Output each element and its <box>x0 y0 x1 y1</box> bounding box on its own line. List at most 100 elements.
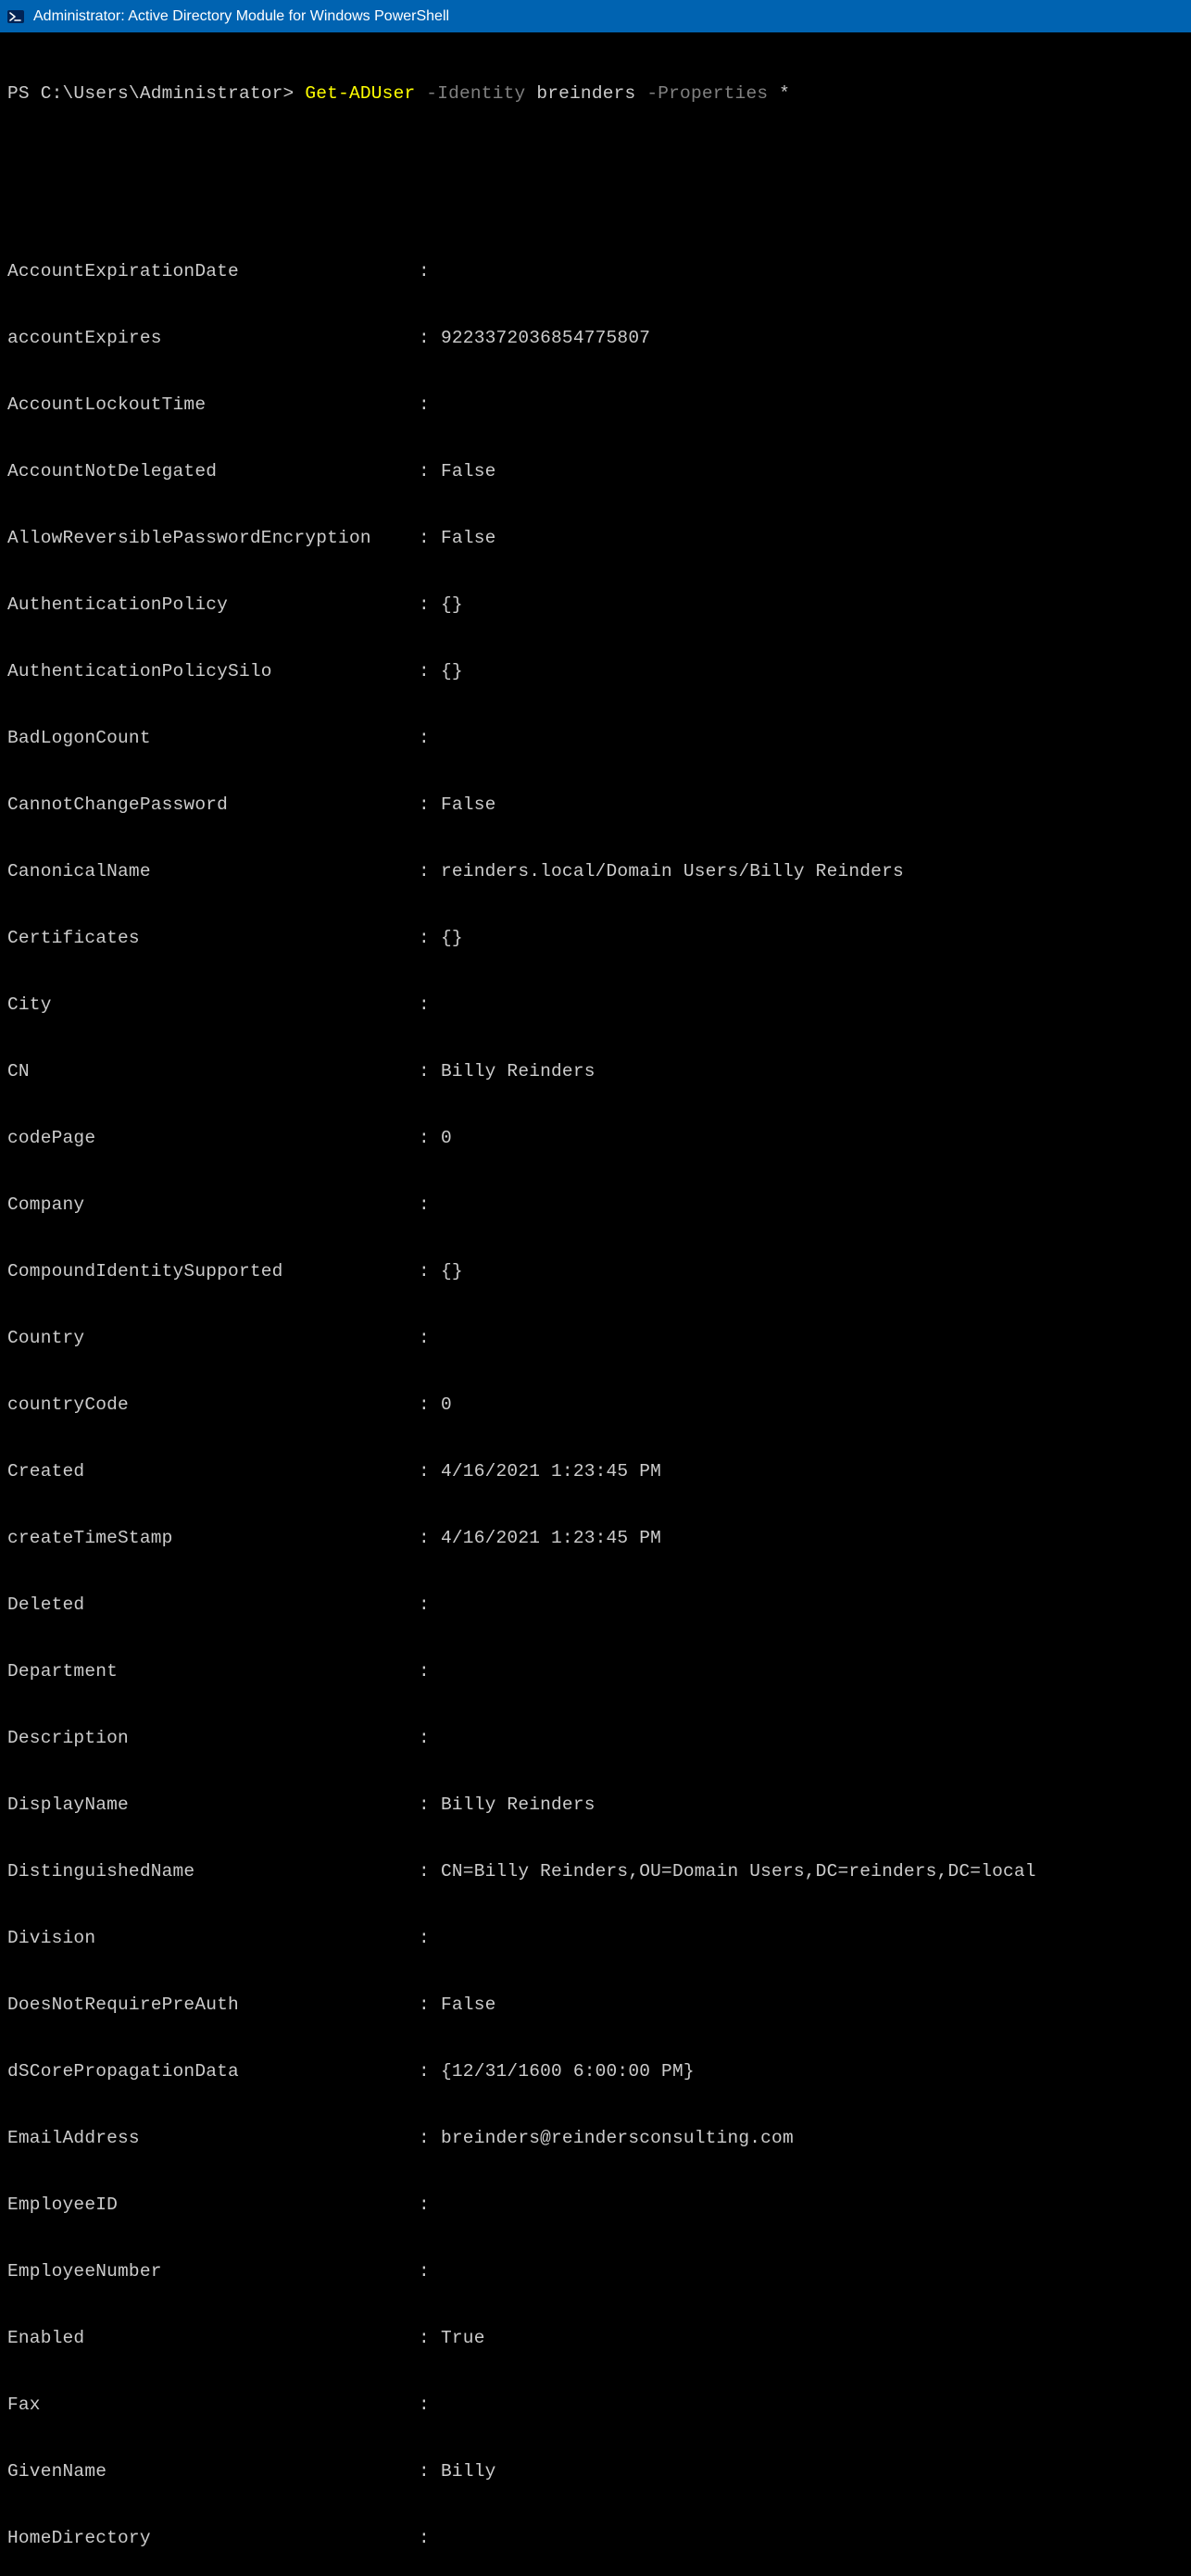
property-name: City <box>7 994 419 1016</box>
property-value: Billy Reinders <box>441 1060 596 1082</box>
property-row: HomeDirectory: <box>7 2527 1184 2549</box>
property-row: DisplayName:Billy Reinders <box>7 1794 1184 1816</box>
param-properties-value: * <box>779 82 790 105</box>
property-name: EmployeeID <box>7 2194 419 2216</box>
property-value: False <box>441 1994 496 2016</box>
property-name: AccountLockoutTime <box>7 394 419 416</box>
property-name: Created <box>7 1460 419 1482</box>
param-identity-value: breinders <box>536 82 635 105</box>
property-value: 0 <box>441 1127 452 1149</box>
property-name: GivenName <box>7 2460 419 2482</box>
separator: : <box>419 1394 441 1416</box>
property-row: GivenName:Billy <box>7 2460 1184 2482</box>
property-row: AllowReversiblePasswordEncryption:False <box>7 527 1184 549</box>
window-title: Administrator: Active Directory Module f… <box>33 8 449 25</box>
property-row: accountExpires:9223372036854775807 <box>7 327 1184 349</box>
separator: : <box>419 927 441 949</box>
property-row: Fax: <box>7 2394 1184 2416</box>
separator: : <box>419 394 441 416</box>
separator: : <box>419 860 441 882</box>
property-row: Department: <box>7 1660 1184 1682</box>
property-name: DistinguishedName <box>7 1860 419 1882</box>
separator: : <box>419 2394 441 2416</box>
separator: : <box>419 794 441 816</box>
property-name: CN <box>7 1060 419 1082</box>
property-value: {} <box>441 1260 463 1282</box>
property-row: BadLogonCount: <box>7 727 1184 749</box>
property-value: Billy <box>441 2460 496 2482</box>
property-name: Enabled <box>7 2327 419 2349</box>
separator: : <box>419 1727 441 1749</box>
property-value: 9223372036854775807 <box>441 327 650 349</box>
property-name: Fax <box>7 2394 419 2416</box>
property-row: EmailAddress:breinders@reindersconsultin… <box>7 2127 1184 2149</box>
property-row: DistinguishedName:CN=Billy Reinders,OU=D… <box>7 1860 1184 1882</box>
command-output: AccountExpirationDate: accountExpires:92… <box>7 216 1184 2576</box>
separator: : <box>419 1127 441 1149</box>
separator: : <box>419 2194 441 2216</box>
property-value: 4/16/2021 1:23:45 PM <box>441 1527 661 1549</box>
param-properties-flag: -Properties <box>635 82 779 105</box>
separator: : <box>419 1060 441 1082</box>
property-name: EmailAddress <box>7 2127 419 2149</box>
property-value: CN=Billy Reinders,OU=Domain Users,DC=rei… <box>441 1860 1036 1882</box>
property-name: accountExpires <box>7 327 419 349</box>
property-value: 4/16/2021 1:23:45 PM <box>441 1460 661 1482</box>
property-row: CN:Billy Reinders <box>7 1060 1184 1082</box>
property-row: AuthenticationPolicy:{} <box>7 594 1184 616</box>
property-name: Certificates <box>7 927 419 949</box>
property-value: True <box>441 2327 485 2349</box>
separator: : <box>419 1860 441 1882</box>
property-value: False <box>441 460 496 482</box>
property-value: Billy Reinders <box>441 1794 596 1816</box>
separator: : <box>419 994 441 1016</box>
property-name: HomeDirectory <box>7 2527 419 2549</box>
separator: : <box>419 2060 441 2082</box>
cmdlet-name: Get-ADUser <box>305 82 415 105</box>
property-name: countryCode <box>7 1394 419 1416</box>
property-row: City: <box>7 994 1184 1016</box>
property-name: DisplayName <box>7 1794 419 1816</box>
separator: : <box>419 1994 441 2016</box>
separator: : <box>419 1527 441 1549</box>
property-row: AccountExpirationDate: <box>7 260 1184 282</box>
separator: : <box>419 1660 441 1682</box>
terminal-viewport[interactable]: PS C:\Users\Administrator> Get-ADUser -I… <box>0 32 1191 2576</box>
property-value: {} <box>441 660 463 682</box>
separator: : <box>419 2527 441 2549</box>
separator: : <box>419 2327 441 2349</box>
property-row: Certificates:{} <box>7 927 1184 949</box>
property-value: {} <box>441 594 463 616</box>
property-row: Description: <box>7 1727 1184 1749</box>
param-identity-flag: -Identity <box>415 82 536 105</box>
property-name: AuthenticationPolicy <box>7 594 419 616</box>
property-row: Created:4/16/2021 1:23:45 PM <box>7 1460 1184 1482</box>
separator: : <box>419 1927 441 1949</box>
property-name: dSCorePropagationData <box>7 2060 419 2082</box>
property-row: Country: <box>7 1327 1184 1349</box>
property-name: CannotChangePassword <box>7 794 419 816</box>
property-name: CanonicalName <box>7 860 419 882</box>
separator: : <box>419 1194 441 1216</box>
property-row: AuthenticationPolicySilo:{} <box>7 660 1184 682</box>
separator: : <box>419 1594 441 1616</box>
property-row: EmployeeID: <box>7 2194 1184 2216</box>
property-value: {12/31/1600 6:00:00 PM} <box>441 2060 695 2082</box>
property-row: DoesNotRequirePreAuth:False <box>7 1994 1184 2016</box>
separator: : <box>419 594 441 616</box>
property-row: codePage:0 <box>7 1127 1184 1149</box>
property-name: Company <box>7 1194 419 1216</box>
prompt-path: PS C:\Users\Administrator> <box>7 82 305 105</box>
command-prompt-line: PS C:\Users\Administrator> Get-ADUser -I… <box>7 82 1184 105</box>
window-titlebar[interactable]: Administrator: Active Directory Module f… <box>0 0 1191 32</box>
powershell-icon <box>7 8 24 25</box>
separator: : <box>419 1460 441 1482</box>
property-name: AccountNotDelegated <box>7 460 419 482</box>
separator: : <box>419 460 441 482</box>
separator: : <box>419 727 441 749</box>
property-row: AccountNotDelegated:False <box>7 460 1184 482</box>
separator: : <box>419 660 441 682</box>
property-name: AuthenticationPolicySilo <box>7 660 419 682</box>
property-name: createTimeStamp <box>7 1527 419 1549</box>
property-value: breinders@reindersconsulting.com <box>441 2127 794 2149</box>
